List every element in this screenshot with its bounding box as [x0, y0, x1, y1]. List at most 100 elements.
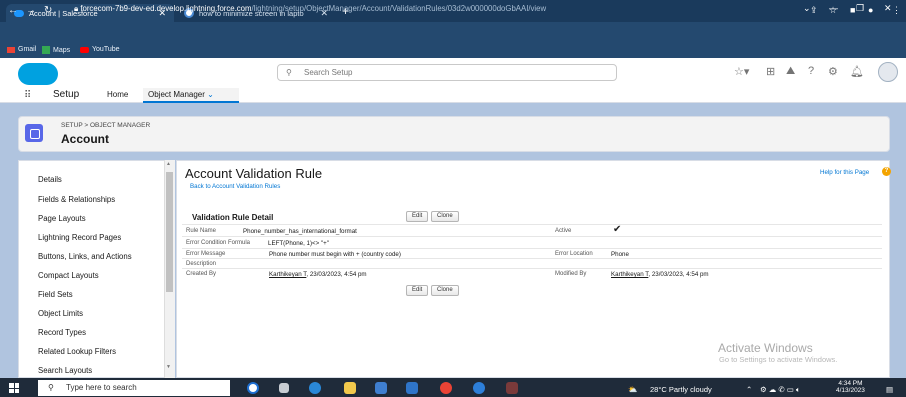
- error-message-value: Phone number must begin with + (country …: [269, 251, 401, 258]
- help-link[interactable]: Help for this Page: [820, 169, 869, 176]
- mail-icon[interactable]: [406, 382, 418, 394]
- created-by-user-link[interactable]: Karthikeyan T: [269, 271, 306, 278]
- nav-tab-object-manager[interactable]: Object Manager ⌄: [143, 88, 239, 103]
- file-explorer-icon[interactable]: [344, 382, 356, 394]
- active-checkmark-icon: ✔: [613, 224, 622, 235]
- notifications-icon[interactable]: ▤: [886, 385, 893, 394]
- search-setup-input[interactable]: ⚲ Search Setup: [277, 64, 617, 81]
- created-by-value: Karthikeyan T, 23/03/2023, 4:54 pm: [269, 271, 367, 278]
- nav-tab-home[interactable]: Home: [107, 90, 128, 99]
- url-host: forcecom-7b9-dev-ed.develop.lightning.fo…: [80, 4, 252, 13]
- weather-icon[interactable]: ⛅: [628, 385, 637, 394]
- clone-button-bottom[interactable]: Clone: [431, 285, 459, 296]
- bing-icon[interactable]: [247, 382, 259, 394]
- store-icon[interactable]: [375, 382, 387, 394]
- activate-windows-subtitle: Go to Settings to activate Windows.: [719, 355, 838, 364]
- menu-icon[interactable]: ⋮: [892, 5, 901, 16]
- url-path: /lightning/setup/ObjectManager/Account/V…: [251, 4, 547, 13]
- trailhead-icon[interactable]: ⛰: [786, 65, 795, 78]
- rule-name-value: Phone_number_has_international_format: [243, 228, 357, 235]
- error-condition-label: Error Condition Formula: [186, 240, 251, 246]
- notifications-bell-icon[interactable]: 🔔︎: [850, 65, 864, 78]
- global-actions-icon[interactable]: ⊞: [766, 65, 775, 78]
- row-divider: [182, 224, 882, 225]
- created-by-label: Created By: [186, 271, 217, 277]
- app-name: Setup: [53, 89, 80, 100]
- bookmark-youtube[interactable]: YouTube: [80, 46, 120, 53]
- modified-by-value: Karthikeyan T, 23/03/2023, 4:54 pm: [611, 271, 709, 278]
- windows-start-icon[interactable]: [9, 383, 19, 393]
- sidebar-item-field-sets[interactable]: Field Sets: [38, 290, 73, 299]
- bookmark-star-icon[interactable]: ☆: [829, 5, 837, 16]
- app-icon[interactable]: [473, 382, 485, 394]
- error-message-label: Error Message: [186, 251, 226, 257]
- object-sidebar: [18, 160, 175, 378]
- favorites-icon[interactable]: ☆▾: [734, 65, 749, 78]
- activate-windows-title: Activate Windows: [718, 341, 813, 355]
- bookmark-gmail[interactable]: Gmail: [7, 46, 36, 53]
- url-field[interactable]: 🔒︎ forcecom-7b9-dev-ed.develop.lightning…: [74, 4, 546, 14]
- back-icon[interactable]: ←: [8, 5, 18, 16]
- scroll-down-icon[interactable]: ▼: [166, 364, 171, 370]
- error-condition-value: LEFT(Phone, 1)<> "+": [268, 240, 329, 247]
- sidebar-item-lightning-pages[interactable]: Lightning Record Pages: [38, 233, 121, 242]
- sidebar-item-page-layouts[interactable]: Page Layouts: [38, 214, 86, 223]
- close-window-icon[interactable]: ✕: [884, 3, 892, 14]
- chevron-down-icon[interactable]: ⌄: [207, 90, 214, 99]
- address-bar: [0, 22, 906, 44]
- section-title: Validation Rule Detail: [192, 213, 274, 222]
- edit-button-top[interactable]: Edit: [406, 211, 429, 222]
- lock-icon: 🔒︎: [74, 4, 79, 13]
- page-title: Account Validation Rule: [185, 166, 323, 181]
- reload-icon[interactable]: ↻: [44, 5, 52, 16]
- scroll-up-icon[interactable]: ▲: [166, 161, 171, 167]
- search-icon: ⚲: [286, 68, 292, 77]
- weather-text[interactable]: 28°C Partly cloudy: [650, 385, 712, 394]
- sidebar-item-fields[interactable]: Fields & Relationships: [38, 195, 115, 204]
- sidebar-item-compact-layouts[interactable]: Compact Layouts: [38, 271, 99, 280]
- youtube-icon: [80, 46, 89, 53]
- profile-icon[interactable]: ●: [868, 5, 873, 15]
- help-icon[interactable]: ?: [882, 167, 891, 176]
- object-layers-icon: [25, 124, 43, 142]
- description-label: Description: [186, 261, 217, 267]
- share-icon[interactable]: ⇪: [810, 5, 818, 16]
- gmail-icon: [7, 46, 15, 53]
- object-title: Account: [61, 132, 109, 146]
- sidebar-item-object-limits[interactable]: Object Limits: [38, 309, 83, 318]
- breadcrumb[interactable]: SETUP > OBJECT MANAGER: [61, 122, 150, 129]
- sidepanel-icon[interactable]: ■: [850, 5, 855, 15]
- sidebar-scroll-thumb[interactable]: [166, 172, 173, 292]
- taskbar-search-input[interactable]: ⚲ Type here to search: [38, 380, 230, 396]
- app-icon[interactable]: [506, 382, 518, 394]
- chrome-icon[interactable]: [440, 382, 452, 394]
- back-to-rules-link[interactable]: Back to Account Validation Rules: [190, 183, 280, 190]
- sidebar-item-buttons-links[interactable]: Buttons, Links, and Actions: [38, 252, 132, 261]
- rule-name-label: Rule Name: [186, 228, 217, 234]
- edit-button-bottom[interactable]: Edit: [406, 285, 429, 296]
- tray-chevron-icon[interactable]: ⌃: [746, 385, 752, 394]
- active-label: Active: [555, 228, 572, 234]
- clock[interactable]: 4:34 PM 4/13/2023: [836, 380, 865, 394]
- sidebar-item-lookup-filters[interactable]: Related Lookup Filters: [38, 347, 116, 356]
- maximize-icon[interactable]: ❐: [856, 3, 864, 14]
- modified-by-user-link[interactable]: Karthikeyan T: [611, 271, 648, 278]
- edge-icon[interactable]: [309, 382, 321, 394]
- task-view-icon[interactable]: [279, 383, 289, 393]
- sidebar-item-search-layouts[interactable]: Search Layouts: [38, 366, 92, 375]
- help-icon[interactable]: ?: [808, 65, 814, 77]
- search-icon: ⚲: [48, 383, 54, 392]
- forward-icon[interactable]: →: [26, 5, 36, 16]
- clone-button-top[interactable]: Clone: [431, 211, 459, 222]
- sidebar-item-record-types[interactable]: Record Types: [38, 328, 86, 337]
- avatar[interactable]: [878, 62, 898, 82]
- sidebar-item-details[interactable]: Details: [38, 175, 62, 184]
- tray-icons[interactable]: ⚙ ☁ ✆ ▭ 🔈︎: [760, 385, 800, 395]
- modified-by-label: Modified By: [555, 271, 587, 277]
- setup-gear-icon[interactable]: ⚙: [828, 65, 838, 78]
- salesforce-logo[interactable]: [18, 63, 58, 85]
- row-divider: [182, 258, 882, 259]
- bookmark-maps[interactable]: Maps: [42, 46, 70, 54]
- error-location-label: Error Location: [555, 251, 593, 257]
- app-launcher-icon[interactable]: ⠿: [24, 90, 31, 101]
